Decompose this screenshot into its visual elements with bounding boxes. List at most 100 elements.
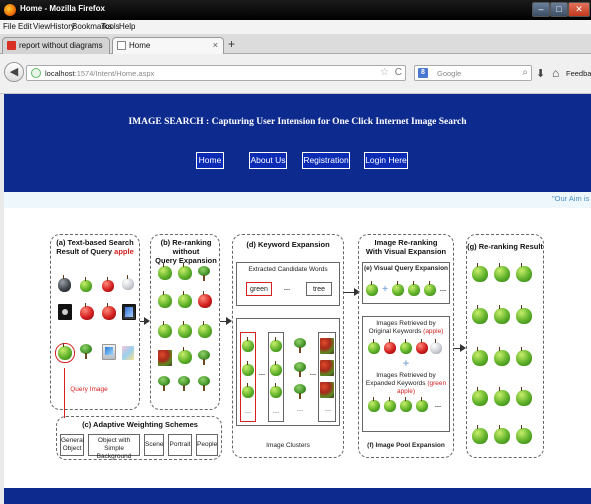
- panel-b-title-line2: Query Expansion: [155, 256, 217, 265]
- url-text: localhost:1574/Intent/Home.aspx: [45, 69, 154, 78]
- keyword-ellipsis: …: [283, 285, 291, 292]
- maximize-button[interactable]: □: [550, 2, 568, 17]
- scheme-portrait: Portrait: [168, 434, 192, 456]
- apple-logo-thumbnail: [58, 275, 71, 292]
- candidate-words-label: Extracted Candidate Words: [248, 266, 328, 273]
- green-apple-thumbnail: [242, 383, 254, 398]
- green-apple-thumbnail: [178, 291, 192, 308]
- bookmark-star-icon[interactable]: ☆: [380, 67, 389, 78]
- green-apple-thumbnail: [178, 347, 192, 364]
- panel-b-title-line1: (b) Re-ranking without: [160, 238, 212, 256]
- tab-home[interactable]: Home ×: [112, 37, 224, 54]
- window-title: Home - Mozilla Firefox: [20, 4, 105, 13]
- fruit-photo-thumbnail: [320, 338, 334, 354]
- url-host: localhost: [45, 69, 75, 78]
- fruit-photo-thumbnail: [320, 382, 334, 398]
- nav-about-link[interactable]: About Us: [249, 152, 287, 169]
- scheme-general-object: General Object: [60, 434, 84, 456]
- scheme-people: People: [196, 434, 218, 456]
- pool-original-line2: Original Keywords: [368, 327, 422, 335]
- tree-thumbnail: [294, 362, 306, 377]
- green-apple-thumbnail: [472, 305, 488, 324]
- fruit-photo-thumbnail: [320, 360, 334, 376]
- red-apple-thumbnail: [416, 339, 428, 354]
- search-icon[interactable]: ⌕: [522, 67, 528, 78]
- close-window-button[interactable]: ✕: [568, 2, 590, 17]
- navigation-toolbar: ◀ localhost:1574/Intent/Home.aspx ☆ C 8 …: [0, 54, 591, 94]
- green-apple-thumbnail: [400, 397, 412, 412]
- system-diagram-image: (a) Text-based Search Result of Query ap…: [50, 228, 591, 473]
- nav-registration-link[interactable]: Registration: [302, 152, 350, 169]
- red-apple-thumbnail: [102, 303, 116, 320]
- search-bar[interactable]: 8 Google ⌕: [414, 65, 532, 81]
- menu-edit[interactable]: Edit: [18, 22, 32, 31]
- green-apple-thumbnail: [270, 361, 282, 376]
- tree-thumbnail: [178, 376, 190, 391]
- panel-e-title: (e) Visual Query Expansion: [363, 265, 449, 272]
- green-apple-thumbnail: [80, 277, 92, 292]
- green-apple-thumbnail: [472, 263, 488, 282]
- back-button[interactable]: ◀: [4, 62, 24, 82]
- green-apple-thumbnail: [198, 321, 212, 338]
- minimize-button[interactable]: –: [532, 2, 550, 17]
- menu-view[interactable]: View: [33, 22, 50, 31]
- nav-login-link[interactable]: Login Here: [364, 152, 408, 169]
- menu-bar: File Edit View History Bookmarks Tools H…: [0, 20, 591, 34]
- grapes-thumbnail: [158, 350, 172, 366]
- tab-report[interactable]: report without diagrams (Please wait for…: [2, 37, 110, 54]
- nav-home-link[interactable]: Home: [196, 152, 224, 169]
- menu-tools[interactable]: Tools: [101, 22, 120, 31]
- home-icon[interactable]: ⌂: [552, 66, 559, 80]
- green-apple-thumbnail: [516, 387, 532, 406]
- reload-icon[interactable]: C: [395, 67, 402, 78]
- red-apple-thumbnail: [198, 291, 212, 308]
- firefox-logo-icon: [4, 4, 16, 16]
- close-tab-icon[interactable]: ×: [213, 40, 218, 50]
- silver-apple-logo-thumbnail: [122, 275, 134, 290]
- silver-apple-logo-thumbnail: [430, 339, 442, 354]
- tree-thumbnail: [294, 338, 306, 353]
- green-apple-thumbnail: [424, 281, 436, 296]
- cluster-ellipsis: …: [244, 408, 252, 415]
- panel-a-title: (a) Text-based Search Result of Query ap…: [52, 238, 138, 256]
- marquee-text: "Our Aim is: [552, 194, 590, 203]
- panel-a-title-line2: Result of Query: [56, 247, 113, 256]
- e-ellipsis: …: [439, 286, 447, 293]
- green-apple-thumbnail: [178, 263, 192, 280]
- green-apple-thumbnail: [472, 387, 488, 406]
- keyword-green: green: [246, 282, 272, 296]
- green-apple-thumbnail: [242, 337, 254, 352]
- query-image-thumbnail: [55, 343, 75, 363]
- green-apple-thumbnail: [400, 339, 412, 354]
- feedback-button[interactable]: Feedback: [566, 69, 591, 78]
- green-apple-thumbnail: [494, 263, 510, 282]
- plus-icon: +: [382, 284, 388, 295]
- green-apple-thumbnail: [384, 397, 396, 412]
- new-tab-button[interactable]: +: [228, 37, 235, 51]
- download-icon[interactable]: ⬇: [536, 67, 545, 80]
- panel-mid-title: Image Re-ranking With Visual Expansion: [358, 238, 454, 256]
- ipod-thumbnail: [122, 346, 134, 360]
- tree-thumbnail: [198, 350, 210, 365]
- site-identity-icon[interactable]: [31, 68, 41, 78]
- menu-file[interactable]: File: [3, 22, 16, 31]
- panel-mid-title-line2: With Visual Expansion: [365, 247, 447, 256]
- imac-thumbnail: [102, 344, 116, 360]
- green-apple-thumbnail: [366, 281, 378, 296]
- menu-help[interactable]: Help: [119, 22, 135, 31]
- panel-f-title: (f) Image Pool Expansion: [367, 442, 445, 449]
- green-apple-thumbnail: [408, 281, 420, 296]
- query-link-line: [64, 368, 65, 418]
- pool-plus-icon: +: [402, 358, 410, 370]
- search-engine-icon[interactable]: 8: [418, 68, 428, 78]
- url-bar[interactable]: localhost:1574/Intent/Home.aspx ☆ C: [26, 65, 406, 81]
- red-apple-thumbnail: [80, 303, 94, 320]
- green-apple-thumbnail: [392, 281, 404, 296]
- cluster-gap-ellipsis: …: [309, 370, 317, 377]
- cluster-gap-ellipsis: …: [258, 370, 266, 377]
- green-apple-thumbnail: [494, 305, 510, 324]
- green-apple-thumbnail: [494, 387, 510, 406]
- scheme-scene: Scene: [144, 434, 164, 456]
- site-header: [4, 94, 591, 192]
- marquee-strip: [4, 192, 591, 208]
